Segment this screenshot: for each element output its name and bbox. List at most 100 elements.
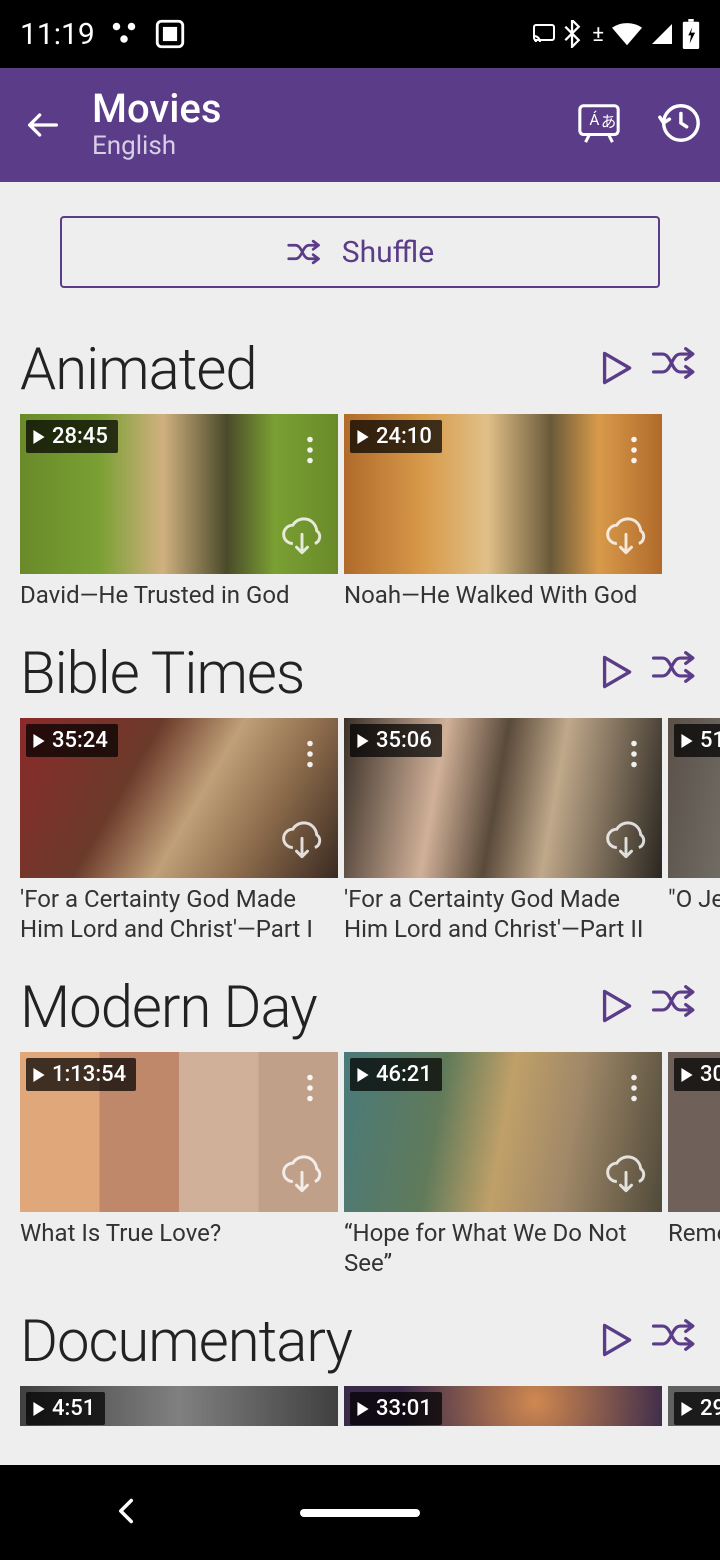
section-title-bibletimes: Bible Times	[20, 640, 590, 708]
download-cloud-icon	[280, 516, 324, 560]
play-all-bibletimes[interactable]	[590, 647, 640, 701]
video-title: Reme	[668, 1212, 720, 1248]
download-button[interactable]	[278, 818, 326, 866]
section-modernday: Modern Day 1:13:54 What Is True Love? 46…	[0, 944, 720, 1278]
back-button[interactable]	[18, 100, 68, 150]
more-button[interactable]	[616, 1064, 652, 1112]
status-time: 11:19	[20, 17, 95, 52]
svg-text:Á: Á	[589, 111, 599, 129]
play-all-documentary[interactable]	[590, 1315, 640, 1369]
duration-text: 29	[700, 1396, 720, 1421]
app-header: Movies English Áあ	[0, 68, 720, 182]
nav-home-pill[interactable]	[300, 1509, 420, 1517]
video-title: Noah—He Walked With God	[344, 574, 662, 610]
video-card[interactable]: 28:45 David—He Trusted in God	[20, 414, 338, 610]
more-button[interactable]	[292, 730, 328, 778]
more-vert-icon	[630, 1074, 638, 1102]
video-title: David—He Trusted in God	[20, 574, 338, 610]
battery-icon	[682, 19, 700, 49]
video-card[interactable]: 33:01	[344, 1386, 662, 1426]
chevron-left-icon	[112, 1497, 140, 1525]
play-all-modernday[interactable]	[590, 981, 640, 1035]
more-button[interactable]	[616, 426, 652, 474]
content-area: Shuffle Animated 28:45 David—He Trusted …	[0, 182, 720, 1465]
duration-badge: 51	[674, 724, 720, 757]
video-thumb: 28:45	[20, 414, 338, 574]
download-button[interactable]	[278, 514, 326, 562]
shuffle-button[interactable]: Shuffle	[60, 216, 660, 288]
video-thumb: 1:13:54	[20, 1052, 338, 1212]
section-title-modernday: Modern Day	[20, 974, 590, 1042]
bluetooth-icon	[564, 20, 584, 48]
video-card[interactable]: 29	[668, 1386, 720, 1426]
video-title: 'For a Certainty God Made Him Lord and C…	[344, 878, 662, 944]
download-cloud-icon	[280, 820, 324, 864]
status-bar: 11:19 ±	[0, 0, 720, 68]
play-mini-icon	[356, 430, 370, 444]
shuffle-modernday[interactable]	[650, 981, 700, 1035]
video-card[interactable]: 1:13:54 What Is True Love?	[20, 1052, 338, 1278]
shuffle-documentary[interactable]	[650, 1315, 700, 1369]
duration-text: 35:06	[376, 728, 432, 753]
duration-badge: 35:24	[26, 724, 118, 757]
video-card[interactable]: 35:06 'For a Certainty God Made Him Lord…	[344, 718, 662, 944]
download-cloud-icon	[280, 1154, 324, 1198]
shuffle-animated[interactable]	[650, 343, 700, 397]
video-title: “Hope for What We Do Not See”	[344, 1212, 662, 1278]
duration-badge: 24:10	[350, 420, 442, 453]
play-all-animated[interactable]	[590, 343, 640, 397]
more-button[interactable]	[292, 1064, 328, 1112]
video-card[interactable]: 24:10 Noah—He Walked With God	[344, 414, 662, 610]
duration-badge: 4:51	[26, 1392, 105, 1425]
play-mini-icon	[356, 1068, 370, 1082]
video-thumb: 51	[668, 718, 720, 878]
play-mini-icon	[356, 1402, 370, 1416]
download-button[interactable]	[602, 1152, 650, 1200]
shuffle-icon	[650, 343, 700, 383]
video-thumb: 4:51	[20, 1386, 338, 1426]
play-icon	[590, 1315, 640, 1365]
history-icon	[656, 100, 702, 146]
download-button[interactable]	[278, 1152, 326, 1200]
download-button[interactable]	[602, 818, 650, 866]
play-mini-icon	[680, 1068, 694, 1082]
video-title: What Is True Love?	[20, 1212, 338, 1248]
download-button[interactable]	[602, 514, 650, 562]
video-card[interactable]: 4:51	[20, 1386, 338, 1426]
play-mini-icon	[356, 734, 370, 748]
more-button[interactable]	[292, 426, 328, 474]
play-mini-icon	[32, 430, 46, 444]
shuffle-bibletimes[interactable]	[650, 647, 700, 701]
duration-text: 24:10	[376, 424, 432, 449]
history-button[interactable]	[656, 100, 702, 150]
video-card[interactable]: 30 Reme	[668, 1052, 720, 1278]
download-cloud-icon	[604, 820, 648, 864]
more-button[interactable]	[616, 730, 652, 778]
section-title-animated: Animated	[20, 336, 590, 404]
nav-back[interactable]	[112, 1497, 140, 1529]
play-mini-icon	[680, 734, 694, 748]
download-cloud-icon	[604, 516, 648, 560]
cast-icon	[532, 22, 556, 46]
shuffle-icon	[650, 1315, 700, 1355]
video-thumb: 35:06	[344, 718, 662, 878]
language-button[interactable]: Áあ	[576, 100, 622, 150]
shuffle-icon	[286, 237, 324, 267]
section-animated: Animated 28:45 David—He Trusted in God 2…	[0, 306, 720, 610]
more-vert-icon	[306, 740, 314, 768]
duration-badge: 46:21	[350, 1058, 442, 1091]
play-icon	[590, 981, 640, 1031]
duration-text: 46:21	[376, 1062, 432, 1087]
duration-text: 4:51	[52, 1396, 95, 1421]
dots-icon	[109, 19, 139, 49]
play-mini-icon	[32, 1068, 46, 1082]
video-thumb: 35:24	[20, 718, 338, 878]
more-vert-icon	[630, 740, 638, 768]
video-card[interactable]: 51 "O Jeh	[668, 718, 720, 944]
video-card[interactable]: 46:21 “Hope for What We Do Not See”	[344, 1052, 662, 1278]
play-icon	[590, 647, 640, 697]
duration-text: 33:01	[376, 1396, 432, 1421]
system-nav-bar	[0, 1465, 720, 1560]
svg-text:あ: あ	[601, 113, 616, 131]
video-card[interactable]: 35:24 'For a Certainty God Made Him Lord…	[20, 718, 338, 944]
